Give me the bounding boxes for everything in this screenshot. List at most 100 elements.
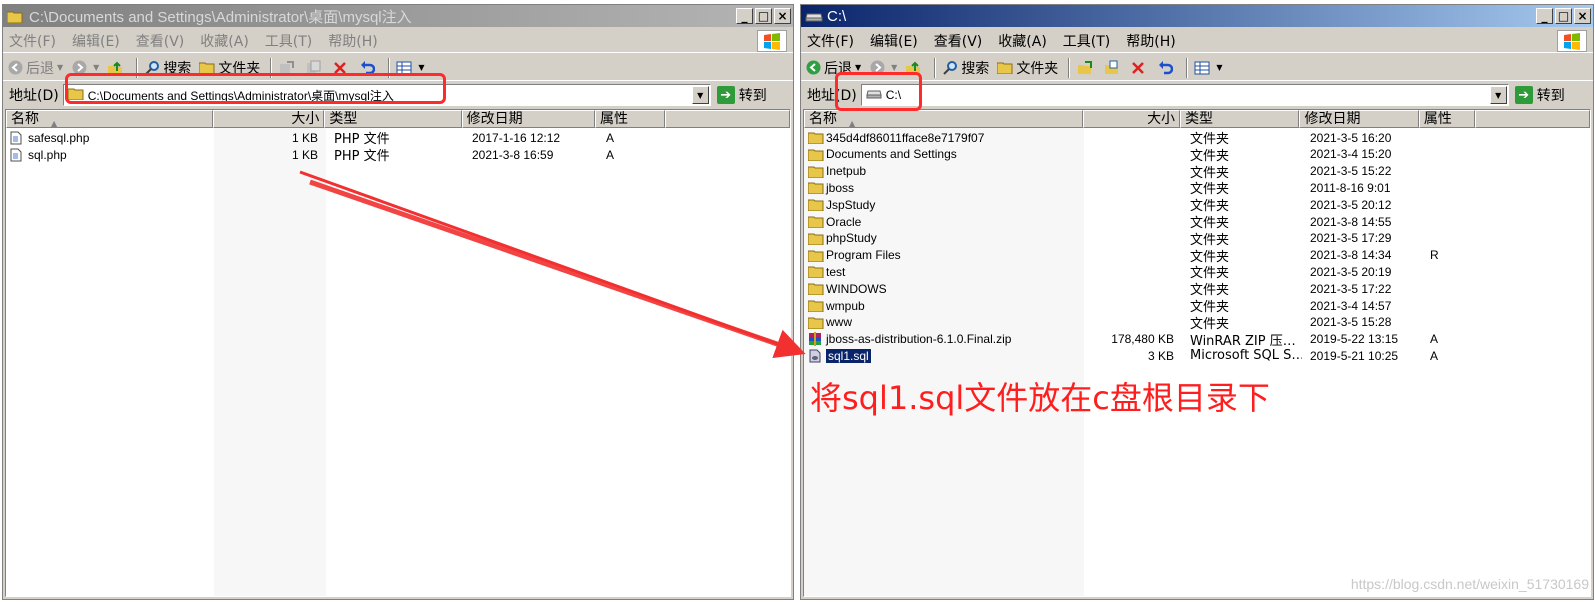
address-input[interactable]: C:\Documents and Settings\Administrator\… xyxy=(62,84,711,106)
folder-icon xyxy=(808,147,824,161)
column-type[interactable]: 类型 xyxy=(1180,110,1300,128)
file-date: 2021-3-5 17:29 xyxy=(1310,231,1392,246)
list-item[interactable]: 345d4df86011fface8e7179f07 文件夹 2021-3-5 16… xyxy=(804,129,1478,147)
menu-favorites[interactable]: 收藏(A) xyxy=(200,31,249,51)
undo-icon xyxy=(1157,60,1173,76)
address-bar: 地址(D) C:\ ▼ ➔ 转到 xyxy=(801,82,1593,108)
folder-icon xyxy=(808,315,824,329)
column-date[interactable]: 修改日期 xyxy=(461,110,595,128)
file-name: sql.php xyxy=(28,147,67,162)
back-button[interactable]: 后退 ▼ xyxy=(805,58,861,78)
forward-button[interactable]: ▼ xyxy=(71,60,99,76)
column-attr[interactable]: 属性 xyxy=(1418,110,1475,128)
column-date[interactable]: 修改日期 xyxy=(1299,110,1419,128)
go-button[interactable]: ➔ 转到 xyxy=(716,85,767,105)
list-item[interactable]: WINDOWS 文件夹 2021-3-5 17:22 xyxy=(804,280,1478,298)
list-header: 名称 ▲ 大小 类型 修改日期 属性 xyxy=(804,110,1590,128)
address-input[interactable]: C:\ ▼ xyxy=(860,84,1509,106)
up-folder-icon xyxy=(905,60,921,76)
move-to-button[interactable] xyxy=(1076,60,1095,76)
file-name: Oracle xyxy=(826,214,862,229)
menu-view[interactable]: 查看(V) xyxy=(934,31,983,51)
menu-tools[interactable]: 工具(T) xyxy=(265,31,312,51)
views-button[interactable]: ▼ xyxy=(396,60,424,76)
menu-favorites[interactable]: 收藏(A) xyxy=(998,31,1047,51)
menu-view[interactable]: 查看(V) xyxy=(136,31,185,51)
title-bar[interactable]: C:\Documents and Settings\Administrator\… xyxy=(3,5,793,27)
list-item[interactable]: www 文件夹 2021-3-5 15:28 xyxy=(804,314,1478,332)
address-dropdown-icon[interactable]: ▼ xyxy=(691,86,709,104)
list-item[interactable]: Documents and Settings 文件夹 2021-3-4 15:20 xyxy=(804,146,1478,164)
file-name: sql1.sql xyxy=(825,348,872,363)
list-item[interactable]: jboss-as-distribution-6.1.0.Final.zip 178… xyxy=(804,331,1478,349)
undo-button[interactable] xyxy=(1157,60,1176,76)
file-date: 2021-3-8 16:59 xyxy=(472,147,554,162)
menu-file[interactable]: 文件(F) xyxy=(9,31,56,51)
delete-button[interactable] xyxy=(1130,60,1149,76)
menu-edit[interactable]: 编辑(E) xyxy=(870,31,918,51)
file-date: 2021-3-5 15:22 xyxy=(1310,164,1392,179)
column-name[interactable]: 名称 ▲ xyxy=(804,110,1083,128)
go-arrow-icon: ➔ xyxy=(1514,86,1533,104)
close-button[interactable]: × xyxy=(774,8,791,24)
list-item[interactable]: Oracle 文件夹 2021-3-8 14:55 xyxy=(804,213,1478,231)
title-bar[interactable]: C:\ _ □ × xyxy=(801,5,1593,27)
list-item[interactable]: Inetpub 文件夹 2021-3-5 15:22 xyxy=(804,163,1478,181)
column-size[interactable]: 大小 xyxy=(212,110,325,128)
maximize-button[interactable]: □ xyxy=(1555,8,1572,24)
move-to-button[interactable] xyxy=(278,60,297,76)
column-type[interactable]: 类型 xyxy=(324,110,462,128)
folder-icon xyxy=(808,131,824,145)
address-dropdown-icon[interactable]: ▼ xyxy=(1489,86,1507,104)
file-date: 2011-8-16 9:01 xyxy=(1310,180,1391,195)
close-button[interactable]: × xyxy=(1574,8,1591,24)
right-explorer-window: C:\ _ □ × 文件(F) 编辑(E) 查看(V) 收藏(A) 工具(T) … xyxy=(800,4,1594,600)
toolbar: 后退 ▼ ▼ 搜索 文件夹 ▼ xyxy=(801,55,1593,81)
folder-icon xyxy=(808,231,824,245)
menu-tools[interactable]: 工具(T) xyxy=(1063,31,1110,51)
list-item[interactable]: wmpub 文件夹 2021-3-4 14:57 xyxy=(804,297,1478,315)
forward-button[interactable]: ▼ xyxy=(869,60,897,76)
list-item[interactable]: JspStudy 文件夹 2021-3-5 20:12 xyxy=(804,196,1478,214)
windows-logo-icon xyxy=(1557,30,1587,52)
list-item[interactable]: jboss 文件夹 2011-8-16 9:01 xyxy=(804,179,1478,197)
file-name: phpStudy xyxy=(826,231,877,246)
folders-button[interactable]: 文件夹 xyxy=(997,58,1058,78)
list-item[interactable]: sql.php 1 KB PHP 文件 2021-3-8 16:59 A xyxy=(6,146,668,164)
list-item[interactable]: sql1.sql 3 KB Microsoft SQL S… 2019-5-21 10… xyxy=(804,347,1478,364)
menu-file[interactable]: 文件(F) xyxy=(807,31,854,51)
undo-button[interactable] xyxy=(359,60,378,76)
delete-button[interactable] xyxy=(332,60,351,76)
list-item[interactable]: safesql.php 1 KB PHP 文件 2017-1-16 12:12 … xyxy=(6,129,668,147)
menu-edit[interactable]: 编辑(E) xyxy=(72,31,120,51)
back-button[interactable]: 后退 ▼ xyxy=(7,58,63,78)
forward-arrow-icon xyxy=(71,60,87,76)
copy-to-button[interactable] xyxy=(1103,60,1122,76)
menu-help[interactable]: 帮助(H) xyxy=(328,31,377,51)
views-grid-icon xyxy=(396,60,412,76)
maximize-button[interactable]: □ xyxy=(755,8,772,24)
search-button[interactable]: 搜索 xyxy=(144,58,191,78)
list-item[interactable]: Program Files 文件夹 2021-3-8 14:34 R xyxy=(804,247,1478,265)
menu-help[interactable]: 帮助(H) xyxy=(1126,31,1175,51)
column-size[interactable]: 大小 xyxy=(1082,110,1181,128)
list-item[interactable]: phpStudy 文件夹 2021-3-5 17:29 xyxy=(804,230,1478,248)
search-button[interactable]: 搜索 xyxy=(942,58,989,78)
go-button[interactable]: ➔ 转到 xyxy=(1514,85,1565,105)
minimize-button[interactable]: _ xyxy=(1536,8,1553,24)
file-size: 1 KB xyxy=(291,147,318,162)
folder-icon xyxy=(808,265,824,279)
toolbar: 后退 ▼ ▼ 搜索 文件夹 ▼ xyxy=(3,55,793,81)
column-name[interactable]: 名称 ▲ xyxy=(6,110,213,128)
column-attr[interactable]: 属性 xyxy=(594,110,665,128)
up-folder-button[interactable] xyxy=(107,60,126,76)
folders-button[interactable]: 文件夹 xyxy=(199,58,260,78)
views-button[interactable]: ▼ xyxy=(1194,60,1222,76)
file-attr: R xyxy=(1430,248,1439,263)
list-item[interactable]: test 文件夹 2021-3-5 20:19 xyxy=(804,263,1478,281)
file-date: 2021-3-8 14:34 xyxy=(1310,248,1392,263)
up-folder-button[interactable] xyxy=(905,60,924,76)
copy-to-button[interactable] xyxy=(305,60,324,76)
file-name: 345d4df86011fface8e7179f07 xyxy=(826,130,985,145)
minimize-button[interactable]: _ xyxy=(736,8,753,24)
